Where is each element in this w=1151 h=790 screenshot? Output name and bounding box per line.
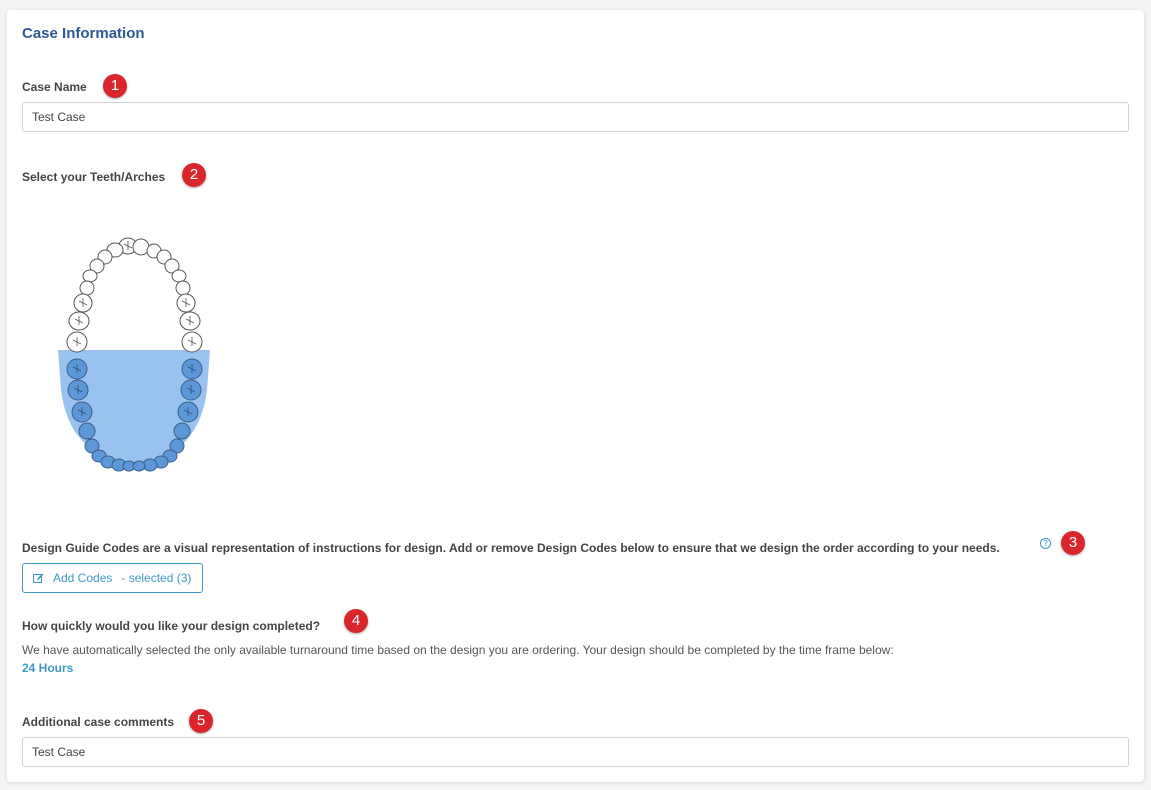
teeth-label: Select your Teeth/Arches (22, 170, 166, 184)
step-badge-4: 4 (344, 609, 368, 633)
design-codes-description: Design Guide Codes are a visual represen… (22, 541, 1000, 555)
case-information-card: Case Information Case Name 1 Select your… (7, 10, 1144, 782)
help-icon[interactable]: ? (1040, 538, 1051, 549)
tooth[interactable] (171, 269, 187, 283)
add-codes-selected: - selected (3) (121, 571, 192, 585)
tooth[interactable] (132, 460, 146, 472)
turnaround-description: We have automatically selected the only … (22, 643, 894, 657)
step-badge-5: 5 (189, 709, 213, 733)
step-badge-3: 3 (1061, 531, 1085, 555)
edit-icon (33, 573, 44, 583)
turnaround-value: 24 Hours (22, 661, 74, 675)
case-name-label: Case Name (22, 80, 87, 94)
tooth[interactable] (79, 280, 95, 296)
comments-label: Additional case comments (22, 715, 175, 729)
step-badge-2: 2 (182, 163, 206, 187)
tooth[interactable] (78, 422, 96, 440)
add-codes-button[interactable]: Add Codes - selected (3) (22, 563, 203, 593)
case-name-input[interactable] (22, 102, 1129, 132)
turnaround-label: How quickly would you like your design c… (22, 619, 321, 633)
comments-input[interactable] (22, 737, 1129, 767)
step-badge-1: 1 (103, 74, 127, 98)
section-title: Case Information (22, 25, 145, 42)
tooth[interactable] (175, 280, 191, 296)
add-codes-label: Add Codes (53, 571, 113, 585)
teeth-chart[interactable] (49, 220, 219, 482)
tooth[interactable] (173, 422, 191, 440)
tooth[interactable] (132, 238, 150, 256)
tooth[interactable] (82, 269, 98, 283)
